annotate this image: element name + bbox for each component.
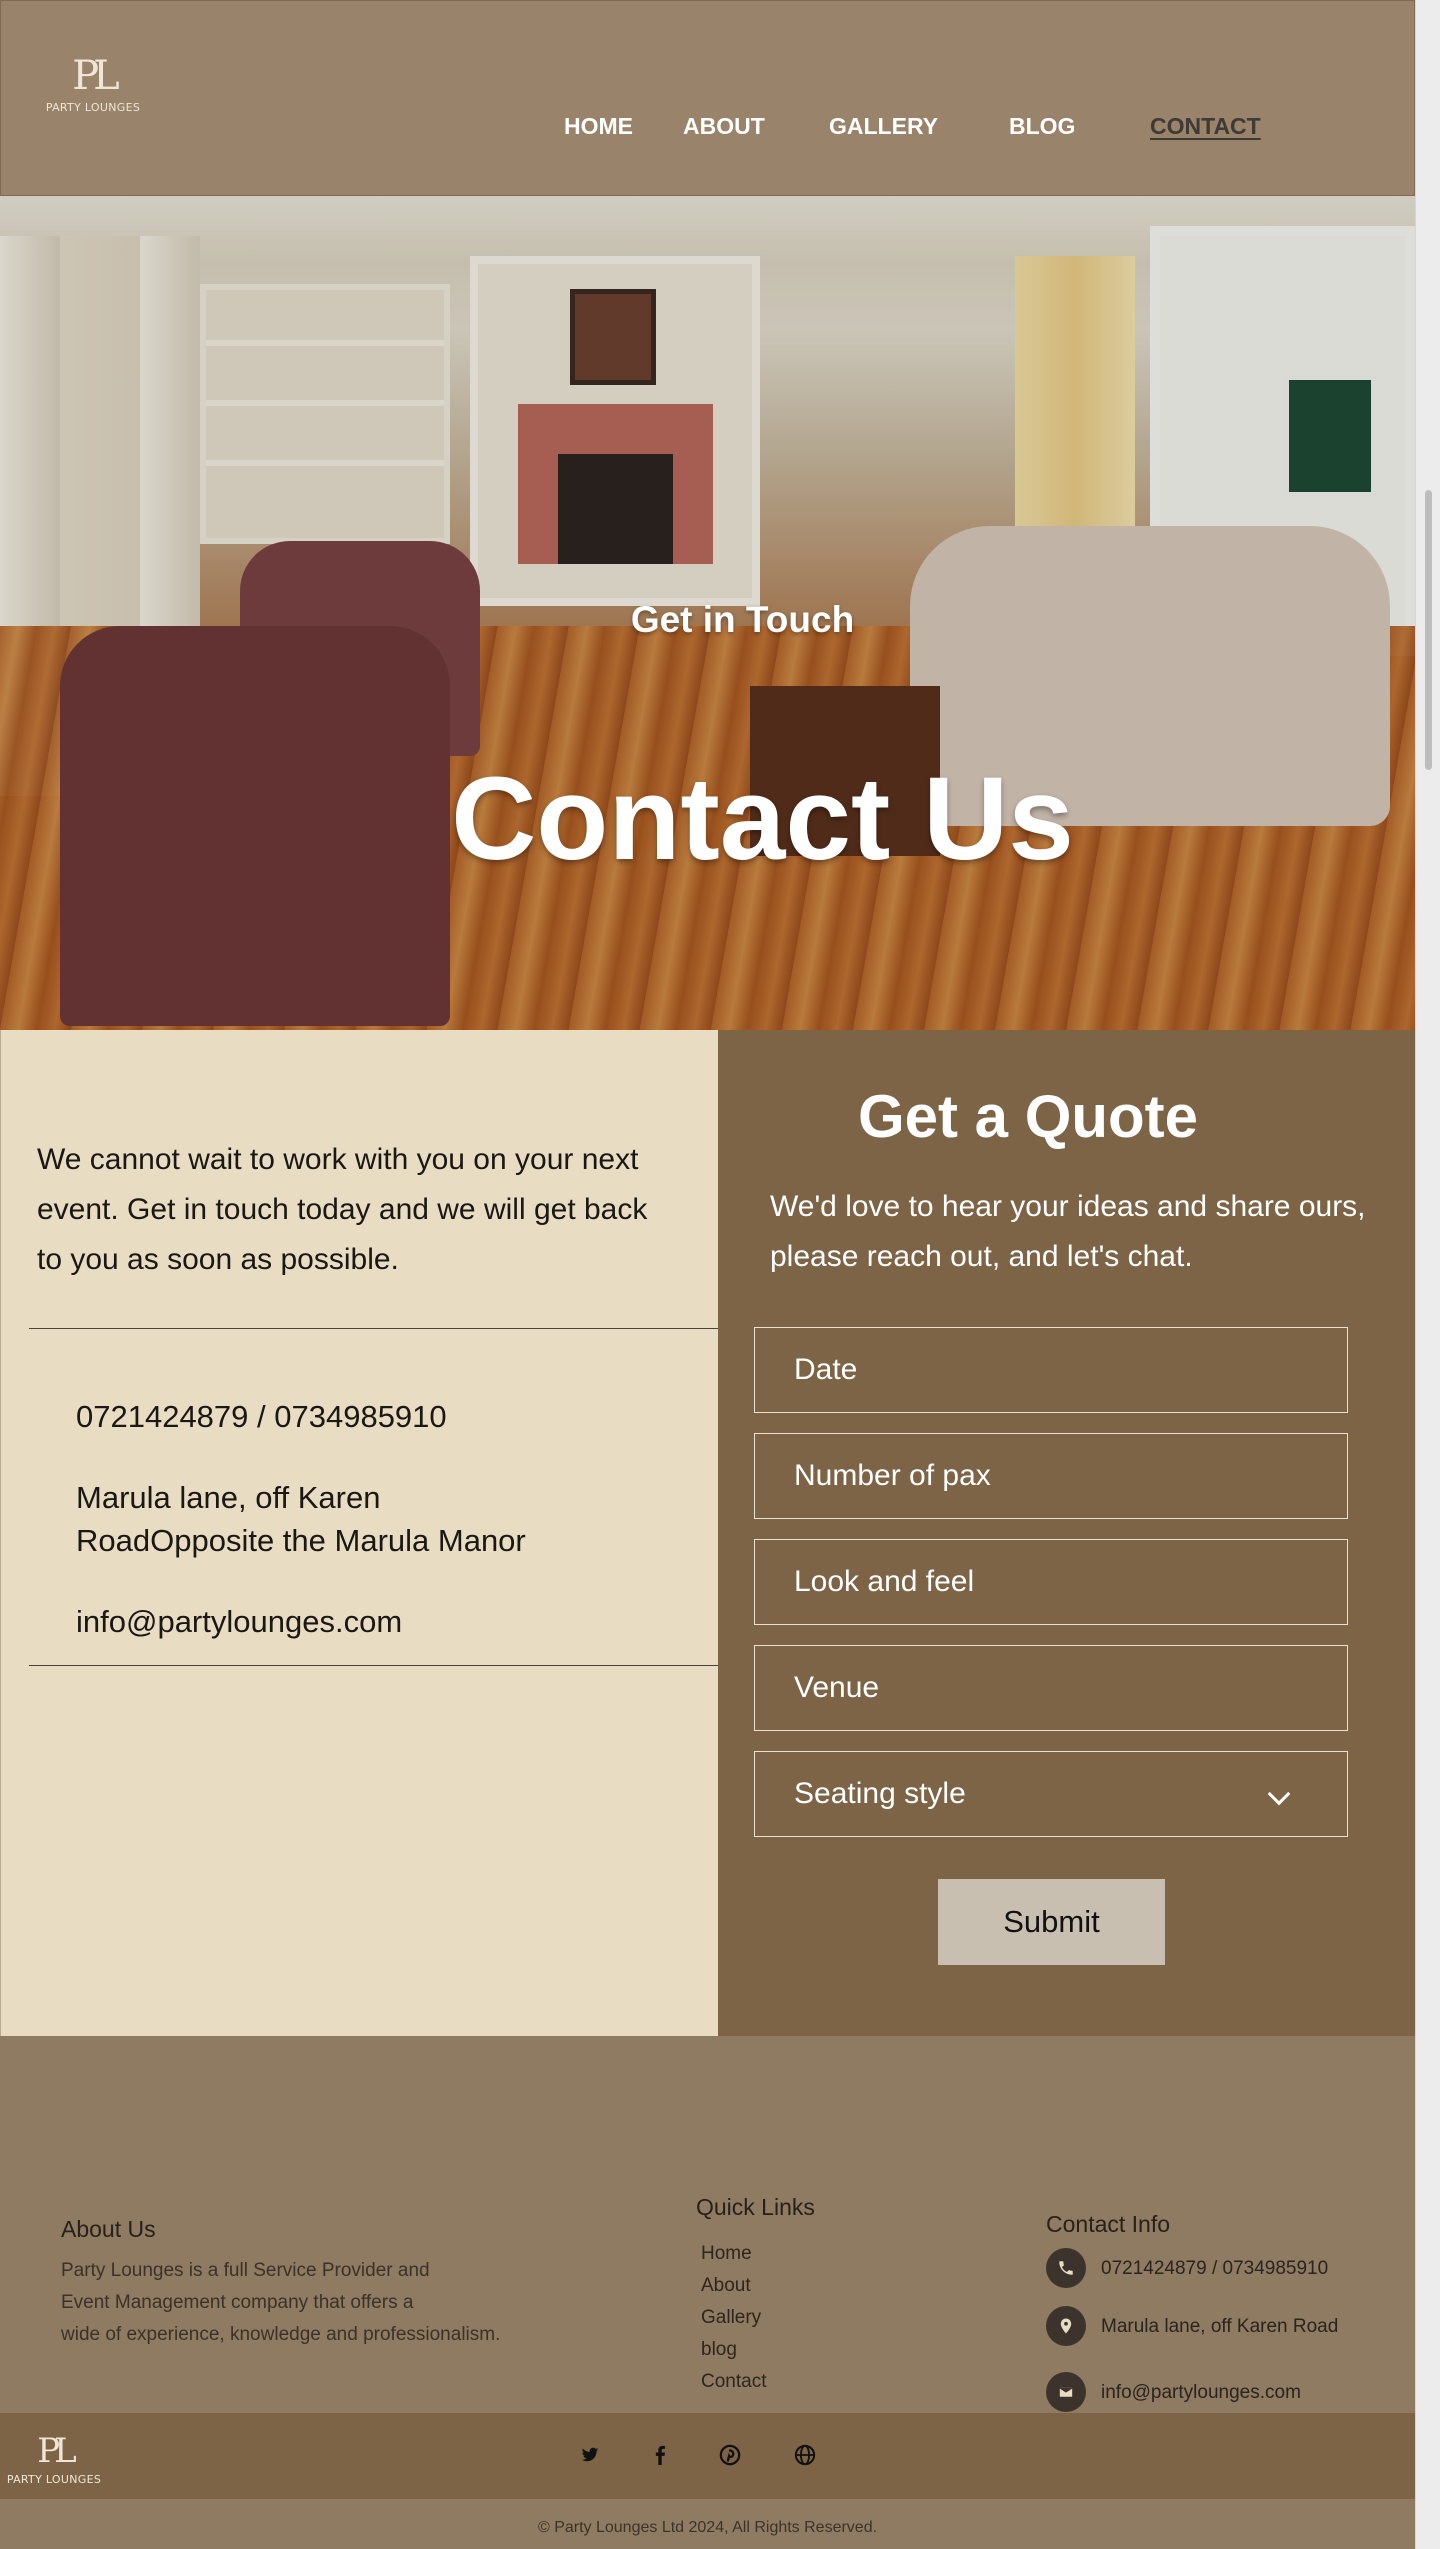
divider: [29, 1665, 719, 1666]
footer-about-line: Event Management company that offers a: [61, 2292, 414, 2313]
seating-style-select[interactable]: Seating style: [754, 1751, 1348, 1837]
footer-contact-phone[interactable]: 0721424879 / 0734985910: [1101, 2258, 1328, 2280]
footer-link-gallery[interactable]: Gallery: [701, 2307, 761, 2329]
copyright: © Party Lounges Ltd 2024, All Rights Res…: [0, 2499, 1415, 2549]
footer-about-line: Party Lounges is a full Service Provider…: [61, 2260, 430, 2281]
quote-form-panel: Get a Quote We'd love to hear your ideas…: [718, 1030, 1415, 2036]
hero-title: Contact Us: [451, 753, 1074, 885]
seating-style-value: Seating style: [794, 1777, 966, 1810]
contact-intro: We cannot wait to work with you on your …: [37, 1143, 648, 1276]
footer-contact-title: Contact Info: [1046, 2211, 1171, 2237]
footer-link-home[interactable]: Home: [701, 2243, 752, 2265]
chevron-down-icon: [1267, 1782, 1291, 1806]
pinterest-icon[interactable]: [718, 2443, 742, 2467]
mail-icon: [1046, 2372, 1086, 2412]
site-footer: About Us Party Lounges is a full Service…: [0, 2036, 1415, 2413]
hero-subtitle: Get in Touch: [630, 599, 855, 640]
footer-contact-email[interactable]: info@partylounges.com: [1101, 2382, 1301, 2404]
nav-home[interactable]: HOME: [564, 113, 633, 140]
nav-blog[interactable]: BLOG: [1009, 113, 1075, 140]
brand-logo[interactable]: PL PARTY LOUNGES: [43, 53, 143, 114]
footer-about-line: wide of experience, knowledge and profes…: [61, 2324, 501, 2345]
quote-subtitle: We'd love to hear your ideas and share o…: [770, 1190, 1366, 1273]
facebook-icon[interactable]: [648, 2443, 672, 2467]
date-field[interactable]: Date: [754, 1327, 1348, 1413]
contact-email[interactable]: info@partylounges.com: [76, 1600, 402, 1643]
footer-link-blog[interactable]: blog: [701, 2339, 737, 2361]
pax-field[interactable]: Number of pax: [754, 1433, 1348, 1519]
phone-icon: [1046, 2248, 1086, 2288]
logo-mark: PL: [72, 53, 119, 99]
footer-about-title: About Us: [61, 2216, 156, 2242]
footer-social-bar: PL PARTY LOUNGES: [0, 2413, 1415, 2499]
site-header: PL PARTY LOUNGES HOME ABOUT GALLERY BLOG…: [0, 0, 1415, 196]
quote-title: Get a Quote: [857, 1083, 1199, 1150]
contact-address-line2: RoadOpposite the Marula Manor: [76, 1523, 526, 1558]
contact-details-panel: We cannot wait to work with you on your …: [0, 1030, 719, 2036]
nav-about[interactable]: ABOUT: [683, 113, 765, 140]
look-and-feel-field[interactable]: Look and feel: [754, 1539, 1348, 1625]
twitter-icon[interactable]: [578, 2443, 602, 2467]
footer-logo[interactable]: PL PARTY LOUNGES: [6, 2431, 102, 2486]
logo-mark: PL: [37, 2431, 76, 2471]
footer-link-about[interactable]: About: [701, 2275, 751, 2297]
page-scrollbar[interactable]: [1415, 0, 1440, 2549]
footer-links-title: Quick Links: [696, 2194, 815, 2220]
nav-contact[interactable]: CONTACT: [1150, 113, 1261, 140]
scrollbar-thumb[interactable]: [1425, 490, 1432, 770]
logo-text: PARTY LOUNGES: [6, 2473, 102, 2486]
nav-gallery[interactable]: GALLERY: [829, 113, 938, 140]
contact-phone[interactable]: 0721424879 / 0734985910: [76, 1395, 447, 1438]
footer-contact-address: Marula lane, off Karen Road: [1101, 2316, 1339, 2337]
location-pin-icon: [1046, 2306, 1086, 2346]
contact-address-line1: Marula lane, off Karen: [76, 1480, 381, 1515]
logo-text: PARTY LOUNGES: [45, 101, 141, 114]
footer-link-contact[interactable]: Contact: [701, 2371, 766, 2393]
divider: [29, 1328, 719, 1329]
hero-banner: Get in Touch Contact Us: [0, 196, 1415, 1030]
submit-button[interactable]: Submit: [938, 1879, 1165, 1965]
venue-field[interactable]: Venue: [754, 1645, 1348, 1731]
globe-icon[interactable]: [793, 2443, 817, 2467]
